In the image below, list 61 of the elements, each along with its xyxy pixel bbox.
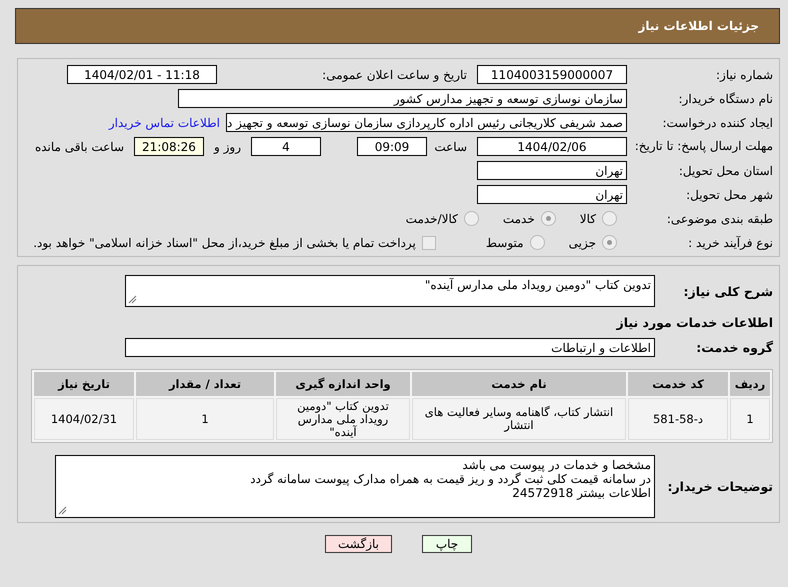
notes-line: اطلاعات بیشتر 24572918 [511,486,651,500]
column-header: تاریخ نیاز [34,372,134,396]
table-cell: د-58-581 [628,398,728,440]
field-label: مهلت ارسال پاسخ: تا تاریخ: [634,139,773,154]
page-title: جزئیات اطلاعات نیاز [638,19,759,33]
radio-button[interactable] [464,211,479,226]
field-label: شماره نیاز: [715,68,773,82]
field-label: روز و [212,140,242,154]
field-label: نام دستگاه خریدار: [678,92,773,106]
radio-button[interactable] [540,211,556,226]
column-header: ردیف [730,372,770,396]
description-field: تدوین کتاب "دومین رویداد ملی مدارس آینده" [125,275,655,307]
buyer-org-field: سازمان نوسازی توسعه و تجهیز مدارس کشور [178,89,627,108]
checkbox[interactable] [422,236,436,250]
announce-date-field: 1404/02/01 - 11:18 [67,65,217,84]
table-cell: انتشار کتاب، گاهنامه وسایر فعالیت های انتشار [412,398,626,440]
column-header: کد خدمت [628,372,728,396]
option-label: متوسط [486,236,524,250]
column-header: نام خدمت [412,372,626,396]
resize-grip-icon[interactable] [58,506,67,515]
field-label: تاریخ و ساعت اعلان عمومی: [321,68,468,82]
buyer-contact-link[interactable]: اطلاعات تماس خریدار [108,116,220,130]
column-header: واحد اندازه گیری [276,372,410,396]
table-cell: 1404/02/31 [34,398,134,440]
service-group-field: اطلاعات و ارتباطات [125,338,655,357]
table-cell: 1 [730,398,770,440]
field-label: شهر محل تحویل: [685,188,773,202]
days-field: 4 [251,137,321,156]
field-label: ساعت باقی مانده [34,140,125,154]
need-number-field: 1104003159000007 [477,65,627,84]
field-label: نوع فرآیند خرید : [687,236,773,250]
radio-button[interactable] [602,211,617,226]
field-label: ایجاد کننده درخواست: [661,116,773,130]
notes-line: در سامانه قیمت کلی ثبت گردد و ریز قیمت به همراه مدارک پیوست سامانه گردد [249,472,651,486]
deadline-date-field: 1404/02/06 [477,137,627,156]
column-header: تعداد / مقدار [136,372,274,396]
table-cell: تدوین کتاب "دومین رویداد ملی مدارس آینده" [276,398,410,440]
option-label: کالا/خدمت [406,212,458,226]
field-label: شرح کلی نیاز: [682,284,773,298]
back-button[interactable]: بازگشت [325,535,392,553]
notes-line: مشخصا و خدمات در پیوست می باشد [461,458,651,472]
print-button[interactable]: چاپ [422,535,472,553]
option-label: خدمت [502,212,535,226]
checkbox-label: پرداخت تمام یا بخشی از مبلغ خرید،از محل "اسناد خزانه اسلامی" خواهد بود. [33,236,416,250]
resize-grip-icon[interactable] [128,295,137,304]
radio-button[interactable] [530,235,545,250]
deadline-time-field: 09:09 [357,137,427,156]
field-label: ساعت [433,140,468,154]
option-label: کالا [580,212,596,226]
table-cell: 1 [136,398,274,440]
field-label: توضیحات خریدار: [666,479,773,494]
radio-button[interactable] [602,235,617,250]
remaining-time-field: 21:08:26 [134,137,204,156]
city-field: تهران [477,185,627,204]
requester-field: صمد شریفی کلاریجانی رئیس اداره کارپردازی سازمان نوسازی توسعه و تجهیز د [226,113,627,132]
field-label: گروه خدمت: [695,340,773,355]
field-label: استان محل تحویل: [678,164,773,178]
province-field: تهران [477,161,627,180]
section-title: اطلاعات خدمات مورد نیاز [616,315,773,330]
field-label: طبقه بندی موضوعی: [666,212,773,226]
option-label: جزیی [568,236,596,250]
